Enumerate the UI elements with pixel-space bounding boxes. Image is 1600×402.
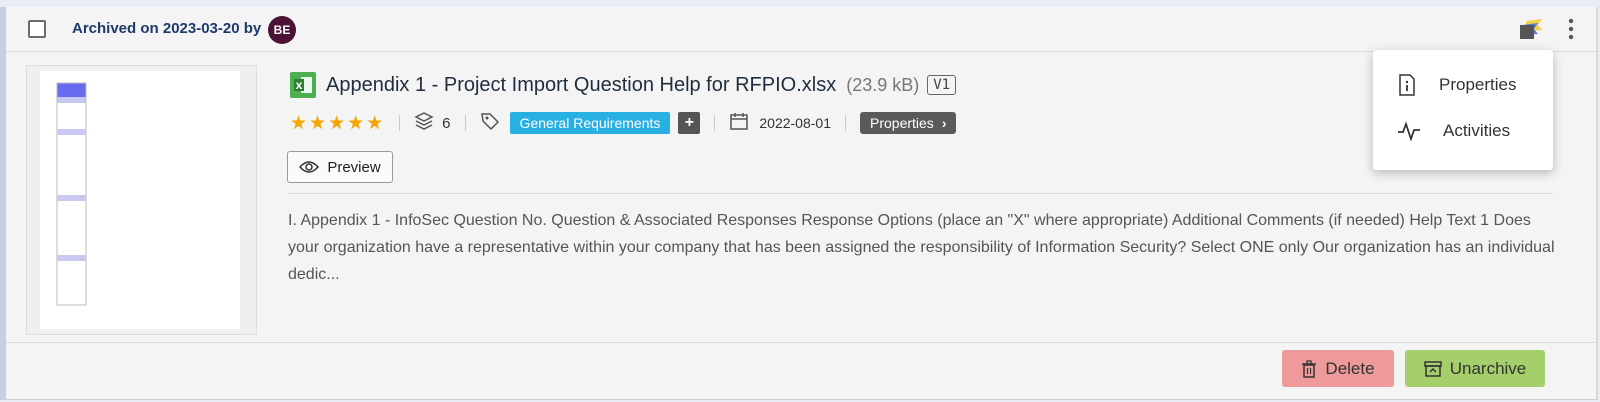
tag-general-requirements[interactable]: General Requirements bbox=[509, 112, 671, 134]
unarchive-button[interactable]: Unarchive bbox=[1405, 350, 1545, 387]
unarchive-icon bbox=[1423, 360, 1442, 377]
delete-label: Delete bbox=[1325, 358, 1375, 378]
divider bbox=[399, 115, 401, 131]
thumbnail-page bbox=[40, 71, 240, 329]
layers-icon bbox=[414, 111, 434, 136]
card-header: Archived on 2023-03-20 by BE bbox=[6, 7, 1596, 52]
divider bbox=[714, 115, 716, 131]
avatar[interactable]: BE bbox=[268, 16, 296, 44]
delete-button[interactable]: Delete bbox=[1282, 350, 1394, 387]
chevron-right-icon: › bbox=[941, 115, 947, 131]
document-title[interactable]: Appendix 1 - Project Import Question Hel… bbox=[326, 74, 836, 97]
file-size: (23.9 kB) bbox=[846, 74, 920, 95]
preview-button[interactable]: Preview bbox=[287, 151, 393, 183]
footer-divider bbox=[6, 342, 1596, 343]
preview-label: Preview bbox=[327, 158, 381, 176]
version-badge: V1 bbox=[927, 75, 957, 95]
menu-item-activities-label: Activities bbox=[1443, 121, 1511, 140]
divider bbox=[845, 115, 846, 131]
menu-item-properties-label: Properties bbox=[1439, 75, 1517, 94]
select-checkbox[interactable] bbox=[28, 20, 46, 38]
kebab-menu-icon[interactable] bbox=[1566, 17, 1576, 46]
rating-stars[interactable]: ★★★★★ bbox=[290, 112, 385, 135]
properties-badge[interactable]: Properties › bbox=[860, 112, 957, 134]
title-row: X Appendix 1 - Project Import Question H… bbox=[290, 69, 957, 101]
trash-icon bbox=[1302, 359, 1317, 378]
excel-file-icon: X bbox=[290, 72, 316, 98]
calendar-icon bbox=[729, 111, 749, 136]
divider bbox=[464, 115, 466, 131]
eye-icon bbox=[299, 161, 320, 173]
document-thumbnail[interactable] bbox=[26, 65, 257, 335]
actions-dropdown-menu: Properties Activities bbox=[1373, 50, 1553, 170]
document-date: 2022-08-01 bbox=[759, 115, 831, 131]
info-doc-icon bbox=[1399, 74, 1415, 96]
svg-text:X: X bbox=[296, 82, 303, 92]
add-tag-button[interactable]: + bbox=[678, 112, 701, 134]
document-snippet: I. Appendix 1 - InfoSec Question No. Que… bbox=[288, 212, 1555, 283]
activity-icon bbox=[1398, 121, 1420, 141]
tag-icon bbox=[480, 111, 500, 136]
unarchive-label: Unarchive bbox=[1449, 358, 1527, 378]
menu-item-activities[interactable]: Activities bbox=[1373, 108, 1553, 154]
properties-badge-label: Properties bbox=[870, 115, 934, 131]
menu-item-properties[interactable]: Properties bbox=[1373, 62, 1553, 108]
flag-icon[interactable] bbox=[1516, 17, 1546, 48]
archived-document-card: Archived on 2023-03-20 by BE X Appendix … bbox=[0, 7, 1598, 400]
layers-count: 6 bbox=[442, 114, 451, 132]
metadata-row: ★★★★★ 6 General Requirements + 2022-08-0… bbox=[290, 110, 957, 136]
content-divider bbox=[288, 193, 1553, 194]
archived-info-text: Archived on 2023-03-20 by bbox=[72, 20, 262, 37]
